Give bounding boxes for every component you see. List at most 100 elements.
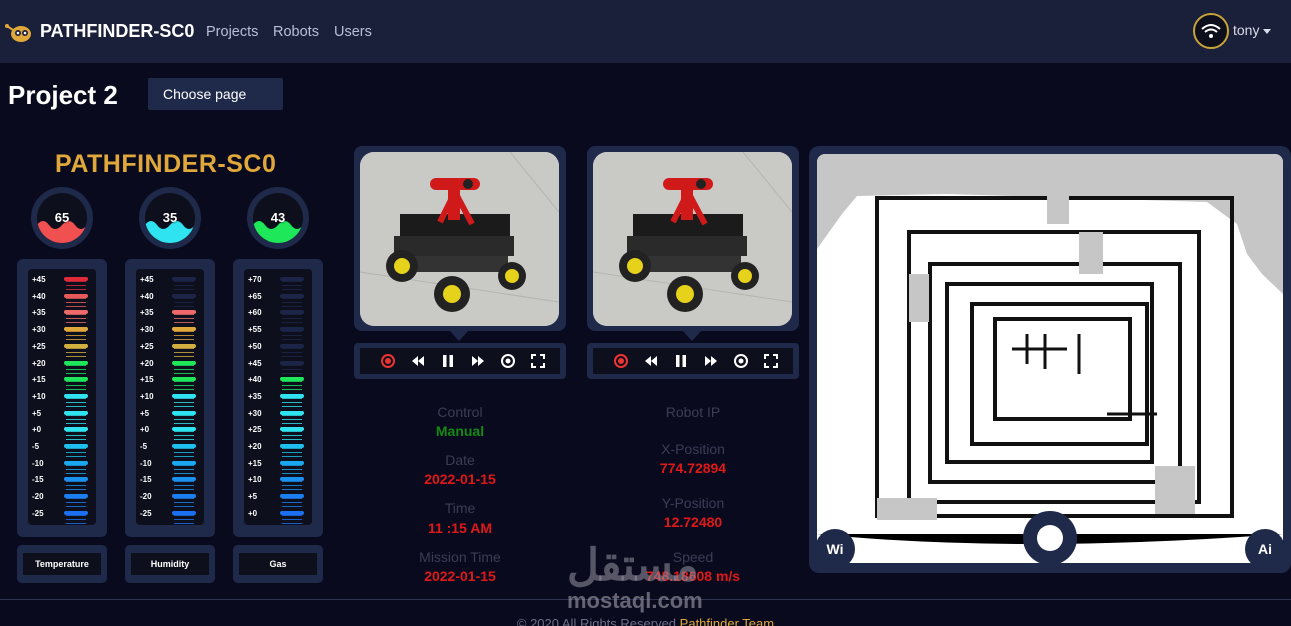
scale-minor-line [282,431,302,433]
temperature-scale: +45 +40 +35 +30 +25 +20 +15 +10 +5 +0 -5 -10 -15 -20 -… [17,259,107,537]
humidity-scale: +45 +40 +35 +30 +25 +20 +15 +10 +5 +0 -5 -10 -15 -20 -… [125,259,215,537]
scale-minor-line [282,368,302,370]
fast-forward-icon[interactable] [470,353,486,369]
snapshot-icon[interactable] [733,353,749,369]
scale-minor-line [174,502,194,504]
scale-tick-label: +55 [248,325,262,335]
user-menu[interactable]: tony [1233,22,1272,38]
fast-forward-icon[interactable] [703,353,719,369]
scale-minor-line [66,431,86,433]
scale-minor-line [66,305,86,307]
scale-minor-line [282,385,302,387]
joystick[interactable] [1023,511,1077,565]
scale-tick-label: +30 [248,408,262,418]
temperature-gauge: 65 [31,187,93,249]
ai-button[interactable]: Ai [1245,529,1285,569]
time-label: Time [444,500,476,516]
pause-icon[interactable] [673,353,689,369]
scale-minor-line [66,481,86,483]
scale-minor-line [174,301,194,303]
scale-minor-line [174,339,194,341]
mission-time-value: 2022-01-15 [424,568,496,584]
temperature-label: Temperature [23,553,101,575]
scale-tick-label: +50 [248,341,262,351]
camera-feed-2[interactable] [587,146,799,341]
scale-tick-label: +60 [248,308,262,318]
scale-tick-label: +0 [248,508,258,518]
scale-minor-line [282,422,302,424]
callout-arrow [683,331,701,341]
scale-minor-line [282,485,302,487]
rewind-icon[interactable] [643,353,659,369]
scale-minor-line [282,481,302,483]
scale-minor-line [174,418,194,420]
scale-minor-line [174,452,194,453]
snapshot-icon[interactable] [500,353,516,369]
gas-value: 43 [270,210,286,225]
choose-page-button[interactable]: Choose page [148,78,283,110]
y-position-label: Y-Position [661,495,725,511]
scale-minor-line [174,305,194,307]
humidity-gauge: 35 [139,187,201,249]
nav-link-users[interactable]: Users [334,24,372,40]
humidity-value: 35 [162,210,178,225]
scale-minor-line [174,322,194,324]
user-name: tony [1233,22,1260,38]
scale-minor-line [174,372,194,374]
scale-minor-line [174,489,194,491]
scale-minor-line [174,518,194,520]
scale-minor-line [174,431,194,433]
rewind-icon[interactable] [410,353,426,369]
nav-link-robots[interactable]: Robots [273,24,319,40]
scale-minor-line [174,281,194,282]
temperature-label-box: Temperature [17,545,107,583]
scale-tick-label: +10 [140,391,154,401]
camera-feed-1[interactable] [354,146,566,341]
scale-tick-label: +25 [248,425,262,435]
brand-name[interactable]: PATHFINDER-SC0 [40,21,194,42]
fullscreen-icon[interactable] [763,353,779,369]
scale-minor-line [282,281,302,282]
fullscreen-icon[interactable] [530,353,546,369]
pause-icon[interactable] [440,353,456,369]
user-avatar[interactable] [1193,13,1229,49]
occupancy-map[interactable] [817,154,1283,563]
scale-minor-line [66,347,86,349]
scale-tick-label: +45 [32,275,46,284]
joystick-knob[interactable] [1037,525,1063,551]
scale-minor-line [174,355,194,357]
scale-minor-line [174,439,194,441]
gas-gauge: 43 [247,187,309,249]
scale-minor-line [174,318,194,320]
scale-minor-line [282,331,302,333]
scale-minor-line [66,389,86,391]
scale-tick-label: -20 [140,492,152,502]
scale-tick-label: +15 [140,375,154,385]
scale-minor-line [282,314,302,316]
record-icon[interactable] [613,353,629,369]
scale-minor-line [66,351,86,353]
wi-button[interactable]: Wi [815,529,855,569]
scale-minor-line [282,401,302,403]
scale-minor-line [174,401,194,403]
scale-tick-label: -20 [32,492,44,502]
scale-minor-line [282,339,302,341]
scale-minor-line [282,285,302,286]
scale-tick-label: +20 [32,358,46,368]
record-icon[interactable] [380,353,396,369]
scale-minor-line [66,468,86,470]
scale-minor-line [174,405,194,407]
scale-tick-label: -5 [140,442,148,451]
scale-minor-line [282,305,302,307]
scale-minor-line [66,331,86,333]
footer-team-link[interactable]: Pathfinder Team [680,616,774,626]
scale-minor-line [282,364,302,366]
date-value: 2022-01-15 [424,471,496,487]
scale-minor-line [66,335,86,337]
scale-tick-label: -25 [140,508,152,518]
scale-minor-line [174,448,194,449]
robot-logo-icon[interactable] [4,20,34,44]
scale-minor-line [174,506,194,508]
scale-minor-line [282,301,302,303]
nav-link-projects[interactable]: Projects [206,24,258,40]
